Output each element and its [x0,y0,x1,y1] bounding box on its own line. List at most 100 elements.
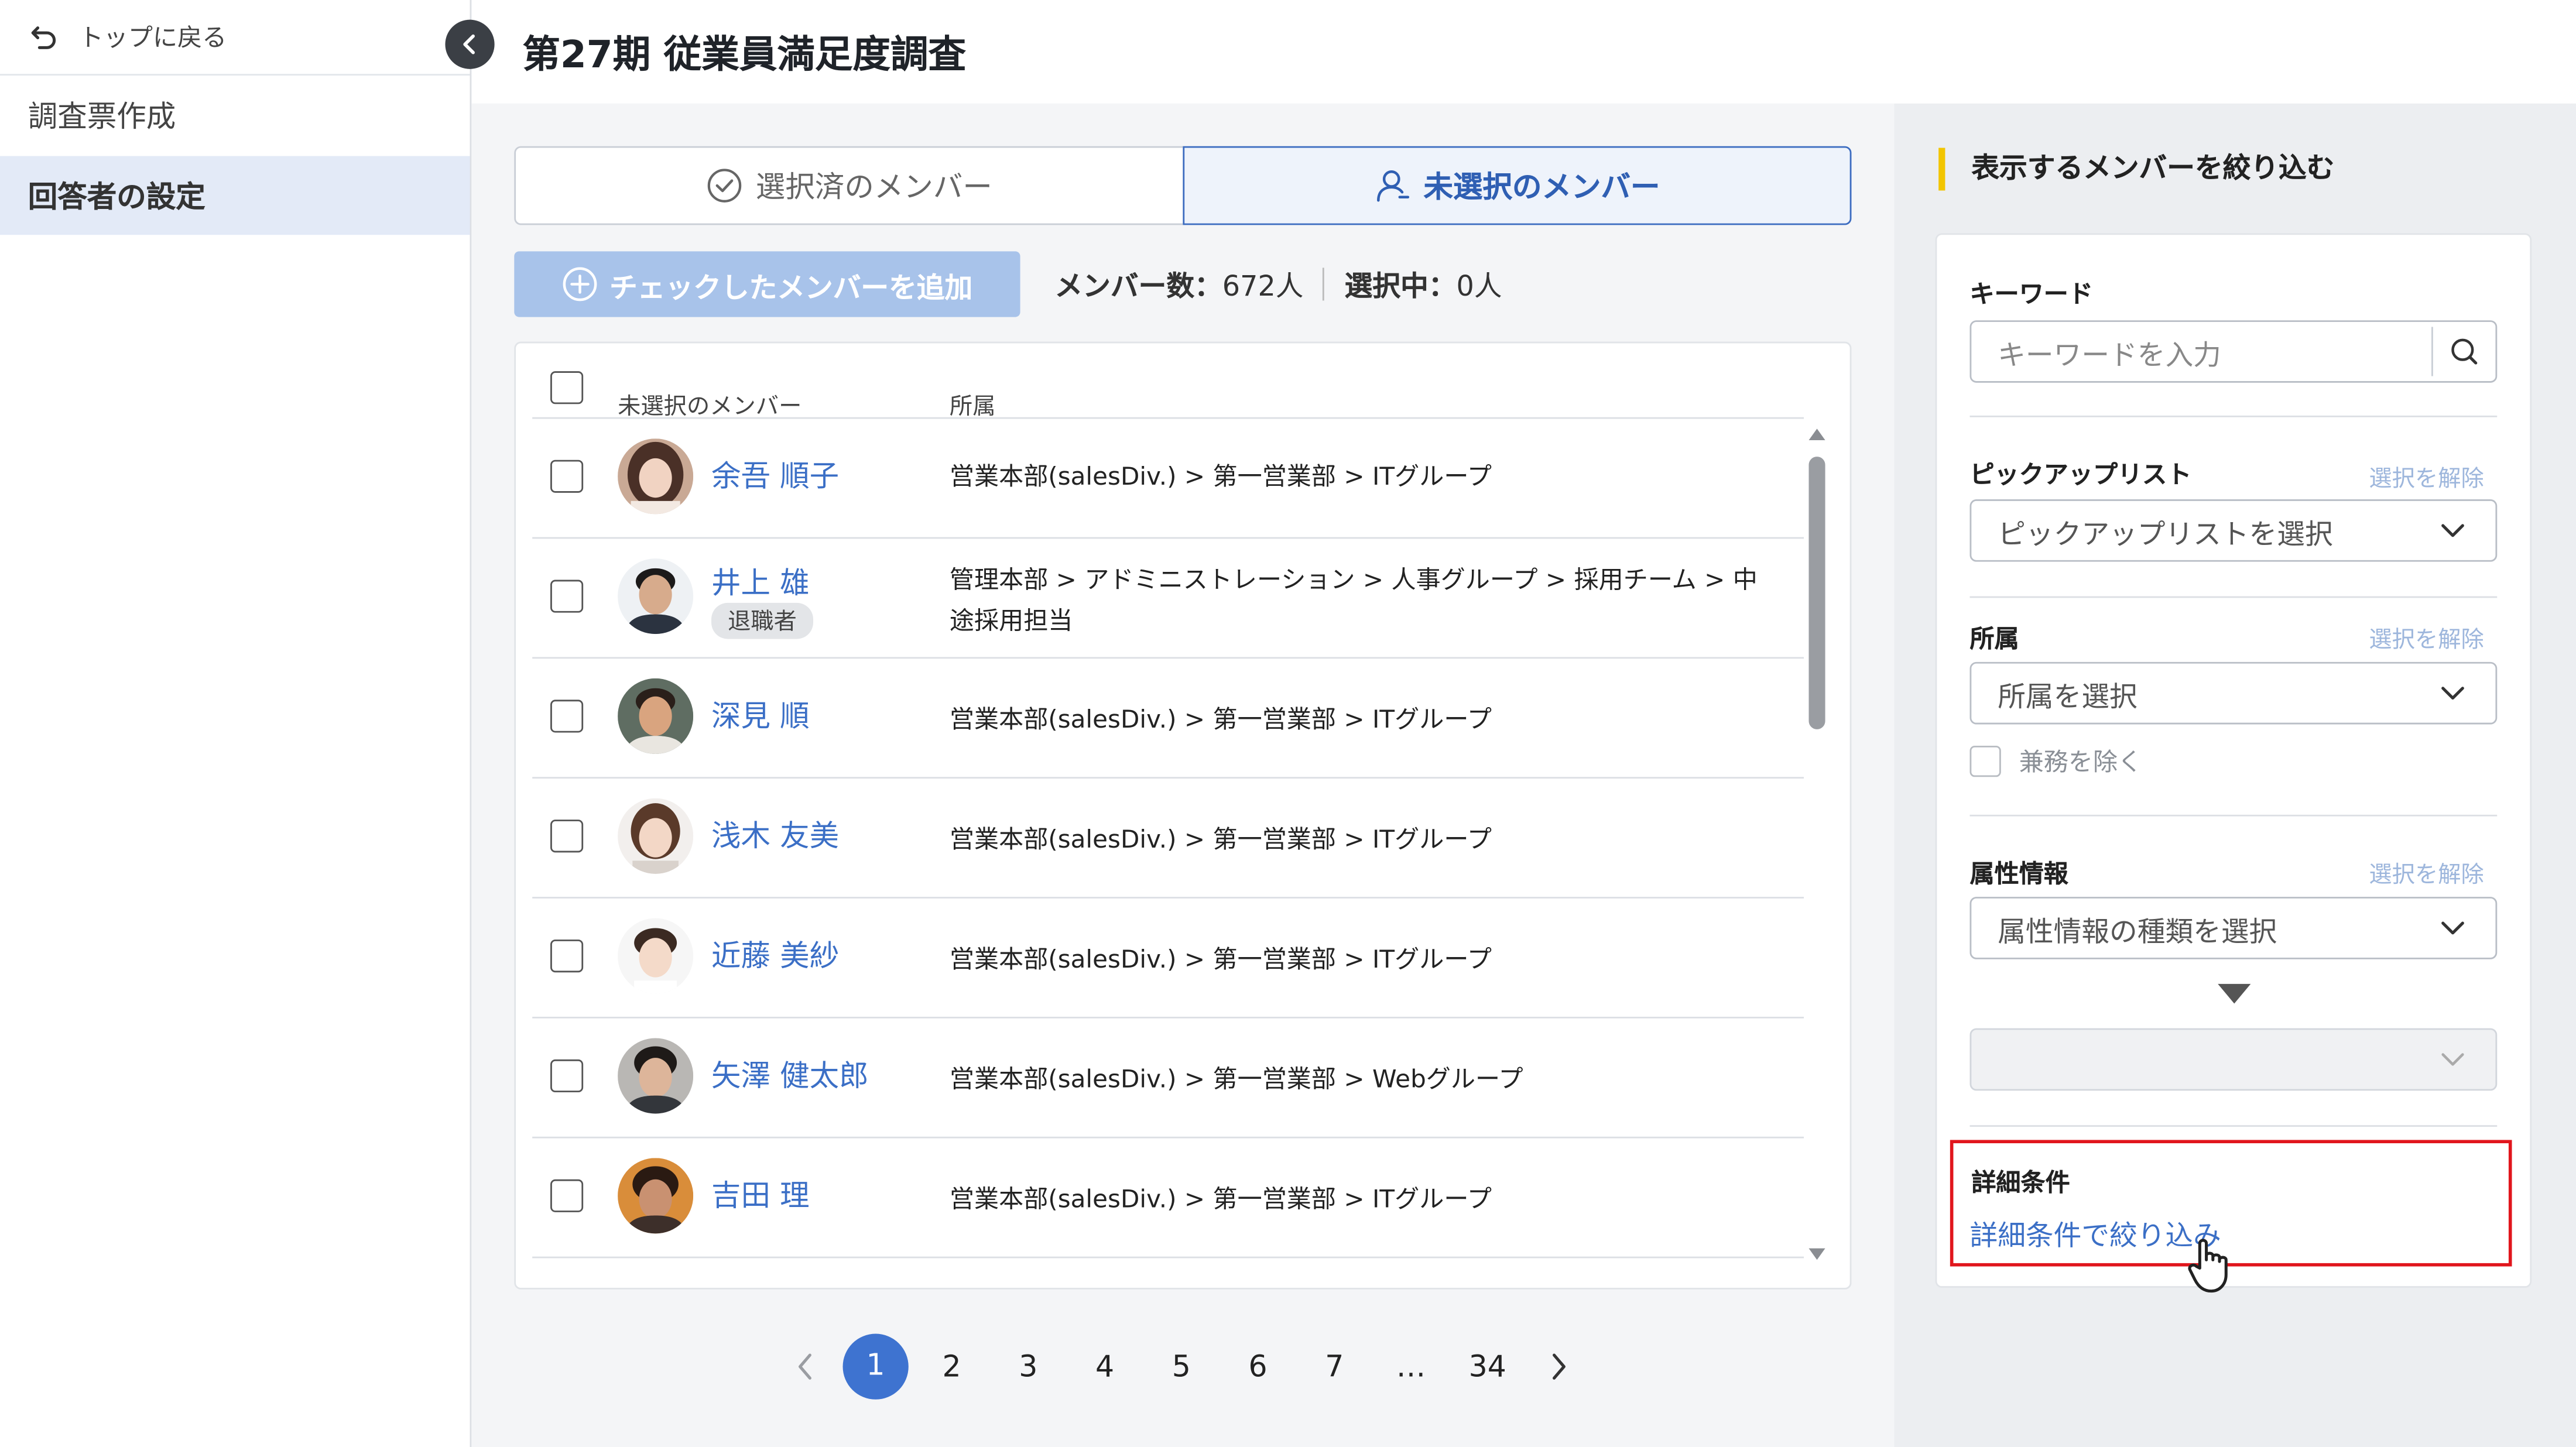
pickup-clear-link[interactable]: 選択を解除 [2369,462,2483,495]
table-row[interactable]: 矢澤 健太郎 営業本部(salesDiv.) > 第一営業部 > Webグループ [532,1017,1804,1139]
page-button-5[interactable]: 5 [1143,1349,1220,1384]
row-checkbox[interactable] [550,1059,584,1093]
table-row[interactable]: 吉田 理 営業本部(salesDiv.) > 第一営業部 > ITグループ [532,1137,1804,1259]
selected-count-label: 選択中： [1344,271,1457,304]
chevron-down-icon [2441,687,2464,700]
avatar [618,558,694,635]
page-ellipsis: … [1396,1349,1426,1384]
pickup-list-select[interactable]: ピックアップリストを選択 [1969,499,2498,562]
back-label: トップに戻る [78,23,227,53]
chevron-right-icon [1552,1353,1566,1380]
row-checkbox[interactable] [550,580,584,613]
row-checkbox[interactable] [550,939,584,973]
row-checkbox[interactable] [550,700,584,733]
member-name-link[interactable]: 近藤 美紗 [711,933,839,976]
dept-placeholder: 所属を選択 [1998,681,2137,714]
member-dept: 営業本部(salesDiv.) > 第一営業部 > ITグループ [949,944,1492,975]
back-to-top-link[interactable]: トップに戻る [0,0,470,76]
exclude-concurrent-checkbox[interactable] [1969,745,2001,777]
selected-count-value: 0人 [1456,271,1502,304]
pickup-placeholder: ピックアップリストを選択 [1998,518,2333,551]
select-all-checkbox[interactable] [550,371,584,404]
row-checkbox[interactable] [550,819,584,853]
chevron-left-icon [463,34,475,54]
pickup-list-label: ピックアップリスト [1969,460,2192,490]
add-checked-members-button[interactable]: チェックしたメンバーを追加 [514,251,1020,317]
member-dept: 営業本部(salesDiv.) > 第一営業部 > ITグループ [949,824,1492,855]
page-button-7[interactable]: 7 [1296,1349,1373,1384]
scroll-down-arrow-icon[interactable] [1807,1247,1827,1263]
attribute-clear-link[interactable]: 選択を解除 [2369,858,2483,890]
row-checkbox[interactable] [550,460,584,493]
member-dept: 管理本部 > アドミニストレーション > 人事グループ > 採用チーム > 中途… [949,565,1758,636]
member-dept: 営業本部(salesDiv.) > 第一営業部 > ITグループ [949,704,1492,735]
page-button-6[interactable]: 6 [1220,1349,1296,1384]
member-name-link[interactable]: 深見 順 [711,693,810,736]
next-page-button[interactable] [1526,1350,1591,1383]
section-divider [1969,415,2498,417]
member-name-link[interactable]: 矢澤 健太郎 [711,1053,869,1096]
chevron-down-icon [2441,1053,2464,1066]
scroll-up-arrow-icon[interactable] [1807,426,1827,442]
page-button-4[interactable]: 4 [1067,1349,1143,1384]
attribute-type-select[interactable]: 属性情報の種類を選択 [1969,897,2498,959]
row-checkbox[interactable] [550,1179,584,1212]
sidebar-item-survey-creation[interactable]: 調査票作成 [0,76,470,155]
attribute-placeholder: 属性情報の種類を選択 [1998,915,2277,949]
dept-clear-link[interactable]: 選択を解除 [2369,623,2483,656]
filter-panel-title: 表示するメンバーを絞り込む [1938,148,2334,191]
chevron-left-icon [799,1353,811,1380]
page-button-1[interactable]: 1 [842,1333,909,1400]
sidebar-item-respondent-settings[interactable]: 回答者の設定 [0,156,470,235]
person-icon [1376,170,1409,202]
member-dept: 営業本部(salesDiv.) > 第一営業部 > Webグループ [949,1064,1523,1094]
member-count-label: メンバー数： [1054,271,1222,304]
dept-select[interactable]: 所属を選択 [1969,661,2498,725]
table-row[interactable]: 深見 順 営業本部(salesDiv.) > 第一営業部 > ITグループ [532,657,1804,779]
section-divider [1969,1125,2498,1127]
table-row[interactable]: 井上 雄 退職者 管理本部 > アドミニストレーション > 人事グループ > 採… [532,537,1804,659]
table-scrollbar-thumb[interactable] [1808,457,1825,729]
member-count-value: 672人 [1222,271,1304,304]
tab-unselected-members[interactable]: 未選択のメンバー [1183,146,1852,225]
page-title: 第27期 従業員満足度調査 [522,34,967,77]
divider [1323,266,1325,300]
member-name-link[interactable]: 余吾 順子 [711,453,839,496]
chevron-down-icon [2441,524,2464,537]
avatar [618,798,694,874]
triangle-down-icon [2218,983,2251,1004]
hand-pointer-cursor-icon [2188,1239,2228,1293]
page-button-3[interactable]: 3 [990,1349,1067,1384]
keyword-label: キーワード [1969,279,2094,309]
page-button-2[interactable]: 2 [913,1349,990,1384]
avatar [618,1158,694,1234]
member-table: 未選択のメンバー 所属 余吾 順子 営業本部(salesDiv.) > 第一営業… [514,341,1852,1290]
prev-page-button[interactable] [772,1350,838,1383]
attribute-value-select[interactable] [1969,1028,2498,1091]
table-row[interactable]: 浅木 友美 営業本部(salesDiv.) > 第一営業部 > ITグループ [532,777,1804,899]
sidebar-item-label: 回答者の設定 [28,180,205,215]
tab-label: 選択済のメンバー [755,170,992,205]
sidebar-item-label: 調査票作成 [28,100,176,135]
dept-filter-label: 所属 [1969,624,2019,654]
member-dept: 営業本部(salesDiv.) > 第一営業部 > ITグループ [949,1184,1492,1214]
table-row[interactable]: 余吾 順子 営業本部(salesDiv.) > 第一営業部 > ITグループ [532,417,1804,539]
undo-arrow-icon [31,25,56,49]
page-button-34[interactable]: 34 [1449,1349,1526,1384]
section-divider [1969,814,2498,817]
tab-selected-members[interactable]: 選択済のメンバー [514,146,1185,225]
table-row[interactable]: 近藤 美紗 営業本部(salesDiv.) > 第一営業部 > ITグループ [532,897,1804,1019]
avatar [618,918,694,994]
member-name-link[interactable]: 吉田 理 [711,1173,810,1216]
app-window: トップに戻る 調査票作成 回答者の設定 第27期 従業員満足度調査 選択済のメン… [0,0,2576,1447]
member-name-link[interactable]: 井上 雄 [711,560,810,603]
avatar [618,678,694,754]
attribute-label: 属性情報 [1969,859,2068,889]
search-icon[interactable] [2433,335,2496,368]
member-name-link[interactable]: 浅木 友美 [711,813,839,856]
exclude-concurrent-option[interactable]: 兼務を除く [1969,744,2142,779]
keyword-search-input[interactable]: キーワードを入力 [1969,320,2498,383]
chevron-down-icon [2441,921,2464,935]
avatar [618,438,694,515]
sidebar-collapse-button[interactable] [445,19,495,69]
